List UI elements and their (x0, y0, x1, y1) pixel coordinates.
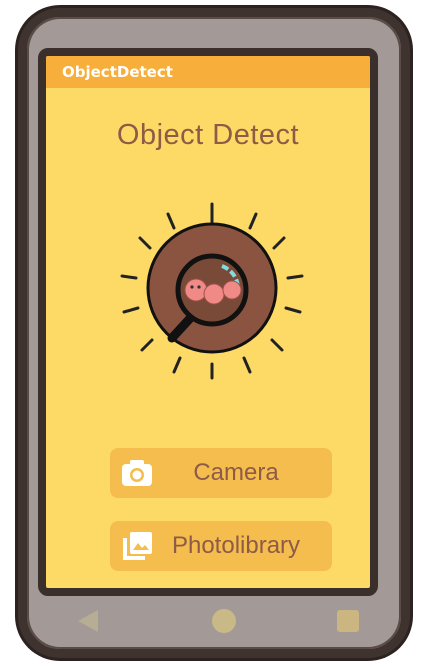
camera-icon (122, 460, 152, 486)
app-bar: ObjectDetect (46, 56, 370, 88)
app-screen: ObjectDetect Object Detect Camera Photol… (38, 48, 378, 596)
photo-library-icon (123, 532, 152, 560)
camera-button-label: Camera (193, 459, 279, 486)
back-icon[interactable] (72, 604, 106, 638)
camera-button[interactable]: Camera (110, 448, 332, 498)
page-title: Object Detect (116, 119, 300, 151)
magnifier-logo-icon (120, 202, 304, 380)
photolibrary-button-label: Photolibrary (171, 532, 301, 559)
recents-icon[interactable] (331, 604, 365, 638)
app-title: ObjectDetect (62, 63, 173, 81)
home-icon[interactable] (207, 604, 241, 638)
photolibrary-button[interactable]: Photolibrary (110, 521, 332, 571)
